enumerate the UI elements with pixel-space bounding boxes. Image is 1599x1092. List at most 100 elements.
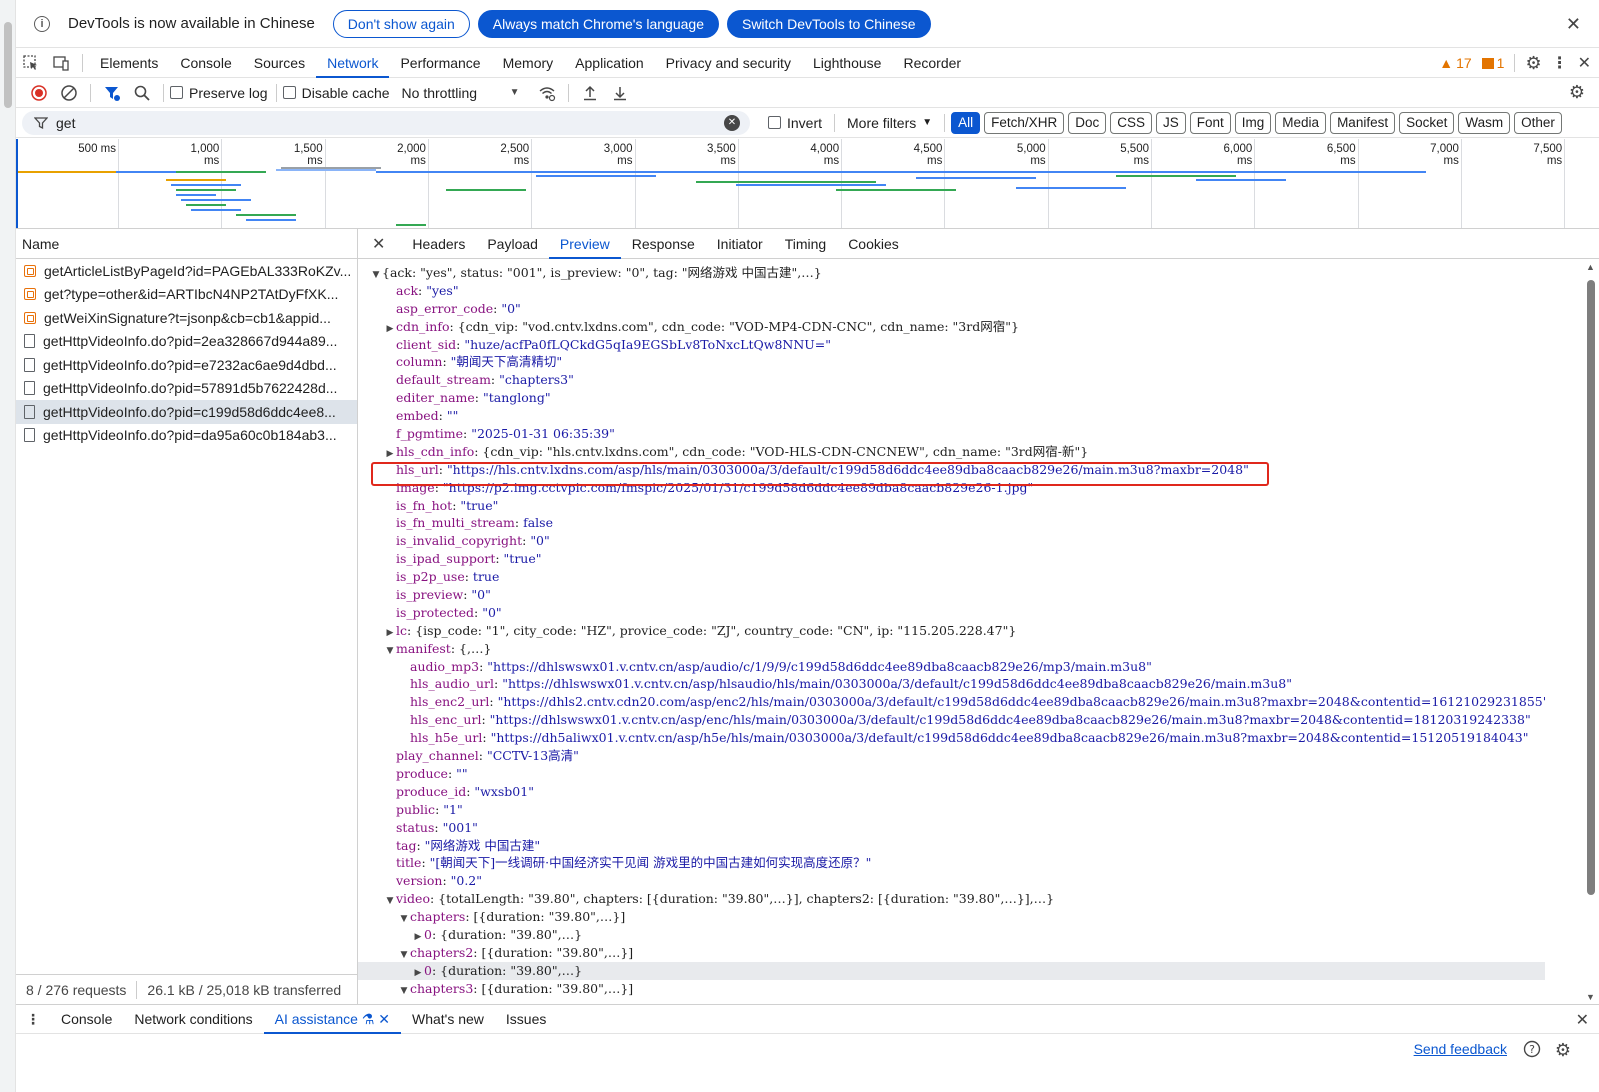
scroll-up-icon[interactable]: ▲: [1586, 262, 1595, 272]
settings-gear-icon[interactable]: ⚙: [1525, 53, 1541, 74]
detail-tab-initiator[interactable]: Initiator: [706, 229, 774, 259]
json-line[interactable]: hls_h5e_url: "https://dh5aliwx01.v.cntv.…: [358, 729, 1545, 747]
preserve-log-box[interactable]: [170, 86, 183, 99]
clear-filter-icon[interactable]: ✕: [724, 114, 740, 131]
json-line[interactable]: ▶ lc: {isp_code: "1", city_code: "HZ", pr…: [358, 622, 1545, 640]
tab-privacy-and-security[interactable]: Privacy and security: [655, 48, 802, 78]
drawer-tab-network-conditions[interactable]: Network conditions: [123, 1004, 263, 1034]
page-scrollbar-thumb[interactable]: [4, 22, 12, 108]
tab-recorder[interactable]: Recorder: [892, 48, 972, 78]
json-line[interactable]: embed: "": [358, 407, 1545, 425]
json-line[interactable]: ▼ chapters2: [{duration: "39.80",…}]: [358, 944, 1545, 962]
throttling-select[interactable]: No throttling ▼: [402, 85, 520, 101]
close-tab-icon[interactable]: ✕: [374, 1011, 390, 1027]
json-line[interactable]: status: "001": [358, 819, 1545, 837]
tab-sources[interactable]: Sources: [243, 48, 316, 78]
type-filter-manifest[interactable]: Manifest: [1330, 111, 1396, 134]
request-row[interactable]: getArticleListByPageId?id=PAGEbAL333RoKZ…: [16, 259, 357, 283]
inspect-element-icon[interactable]: [16, 48, 46, 78]
request-row[interactable]: getHttpVideoInfo.do?pid=da95a60c0b184ab3…: [16, 424, 357, 448]
request-row[interactable]: getHttpVideoInfo.do?pid=e7232ac6ae9d4dbd…: [16, 353, 357, 377]
disable-cache-checkbox[interactable]: Disable cache: [282, 85, 390, 101]
preview-scrollbar[interactable]: ▲ ▼: [1583, 260, 1599, 1004]
json-line[interactable]: hls_enc2_url: "https://dhls2.cntv.cdn20.…: [358, 693, 1545, 711]
json-line[interactable]: ▶ 0: {duration: "39.80",…}: [358, 926, 1545, 944]
request-row[interactable]: get?type=other&id=ARTIbcN4NP2TAtDyFfXK..…: [16, 283, 357, 307]
json-line[interactable]: column: "朝闻天下高清精切": [358, 353, 1545, 371]
page-scrollbar[interactable]: [0, 0, 16, 1092]
tab-lighthouse[interactable]: Lighthouse: [802, 48, 893, 78]
more-filters-dropdown[interactable]: More filters ▼: [847, 115, 932, 131]
json-line[interactable]: ▶ cdn_info: {cdn_vip: "vod.cntv.lxdns.com…: [358, 318, 1545, 336]
json-line[interactable]: ack: "yes": [358, 282, 1545, 300]
send-feedback-link[interactable]: Send feedback: [1414, 1041, 1507, 1057]
import-har-icon[interactable]: [575, 79, 605, 107]
type-filter-fetchxhr[interactable]: Fetch/XHR: [984, 111, 1065, 134]
type-filter-socket[interactable]: Socket: [1399, 111, 1455, 134]
json-line[interactable]: editer_name: "tanglong": [358, 389, 1545, 407]
json-line[interactable]: hls_enc_url: "https://dhlswswx01.v.cntv.…: [358, 711, 1545, 729]
json-line[interactable]: hls_audio_url: "https://dhlswswx01.v.cnt…: [358, 675, 1545, 693]
drawer-tab-console[interactable]: Console: [50, 1004, 123, 1034]
detail-tab-headers[interactable]: Headers: [401, 229, 476, 259]
disable-cache-box[interactable]: [282, 86, 296, 99]
json-line[interactable]: ▶ 0: {duration: "39.80",…}: [358, 961, 1545, 980]
dont-show-again-button[interactable]: Don't show again: [332, 9, 470, 38]
type-filter-img[interactable]: Img: [1234, 111, 1272, 134]
expand-triangle-icon[interactable]: ▼: [398, 983, 410, 1001]
json-line[interactable]: ▼ video: {totalLength: "39.80", chapters:…: [358, 890, 1545, 908]
json-preview[interactable]: ▼ {ack: "yes", status: "001", is_preview:…: [358, 260, 1545, 1004]
request-row[interactable]: getHttpVideoInfo.do?pid=2ea328667d944a89…: [16, 330, 357, 354]
detail-tab-payload[interactable]: Payload: [476, 229, 549, 259]
type-filter-font[interactable]: Font: [1189, 111, 1231, 134]
json-line[interactable]: tag: "网络游戏 中国古建": [358, 837, 1545, 855]
request-row[interactable]: getHttpVideoInfo.do?pid=c199d58d6ddc4ee8…: [16, 400, 357, 424]
type-filter-media[interactable]: Media: [1275, 111, 1327, 134]
invert-box[interactable]: [768, 116, 781, 129]
json-line[interactable]: is_preview: "0": [358, 586, 1545, 604]
type-filter-other[interactable]: Other: [1514, 111, 1562, 134]
json-line[interactable]: is_fn_hot: "true": [358, 497, 1545, 515]
json-line[interactable]: default_stream: "chapters3": [358, 371, 1545, 389]
json-line[interactable]: ▼ manifest: {,…}: [358, 640, 1545, 658]
json-line[interactable]: play_channel: "CCTV-13高清": [358, 747, 1545, 765]
help-icon[interactable]: ?: [1523, 1040, 1541, 1061]
type-filter-wasm[interactable]: Wasm: [1458, 111, 1511, 134]
filter-input-value[interactable]: get: [56, 115, 75, 131]
detail-tab-cookies[interactable]: Cookies: [837, 229, 910, 259]
json-line[interactable]: asp_error_code: "0": [358, 300, 1545, 318]
type-filter-doc[interactable]: Doc: [1068, 111, 1107, 134]
type-filter-all[interactable]: All: [951, 111, 981, 134]
tab-elements[interactable]: Elements: [89, 48, 169, 78]
device-toolbar-icon[interactable]: [46, 48, 76, 78]
switch-to-chinese-button[interactable]: Switch DevTools to Chinese: [726, 9, 931, 38]
network-conditions-wifi-icon[interactable]: [532, 79, 562, 107]
export-har-icon[interactable]: [605, 79, 635, 107]
detail-tab-response[interactable]: Response: [621, 229, 706, 259]
json-line[interactable]: client_sid: "huze/acfPa0fLQCkdG5qIa9EGSb…: [358, 336, 1545, 354]
network-settings-gear-icon[interactable]: ⚙: [1569, 82, 1585, 103]
name-column-header[interactable]: Name: [16, 229, 357, 259]
infobar-close-icon[interactable]: ✕: [1566, 14, 1581, 35]
more-options-icon[interactable]: ⋮: [1552, 53, 1568, 73]
tab-application[interactable]: Application: [564, 48, 655, 78]
json-line[interactable]: public: "1": [358, 801, 1545, 819]
json-line[interactable]: is_protected: "0": [358, 604, 1545, 622]
drawer-menu-icon[interactable]: ⋮: [16, 1011, 50, 1028]
drawer-tab-ai-assistance[interactable]: AI assistance ⚗ ✕: [263, 1004, 402, 1034]
json-line[interactable]: title: "[朝闻天下]一线调研·中国经济实干见闻 游戏里的中国古建如何实现…: [358, 854, 1545, 872]
json-line[interactable]: version: "0.2": [358, 872, 1545, 890]
tab-performance[interactable]: Performance: [389, 48, 491, 78]
issues-badge[interactable]: 1: [1481, 55, 1504, 71]
json-line[interactable]: ▶ hls_cdn_info: {cdn_vip: "hls.cntv.lxdns…: [358, 443, 1545, 461]
close-detail-icon[interactable]: ✕: [372, 234, 385, 254]
tab-memory[interactable]: Memory: [492, 48, 565, 78]
type-filter-js[interactable]: JS: [1155, 111, 1186, 134]
drawer-close-icon[interactable]: ✕: [1576, 1010, 1589, 1030]
json-line[interactable]: ▼ chapters3: [{duration: "39.80",…}]: [358, 980, 1545, 998]
filter-input[interactable]: get ✕: [22, 110, 750, 135]
clear-icon[interactable]: [54, 79, 84, 107]
drawer-settings-gear-icon[interactable]: ⚙: [1555, 1040, 1571, 1061]
drawer-tab-what-s-new[interactable]: What's new: [401, 1004, 495, 1034]
timeline-selection-marker[interactable]: [16, 139, 18, 228]
